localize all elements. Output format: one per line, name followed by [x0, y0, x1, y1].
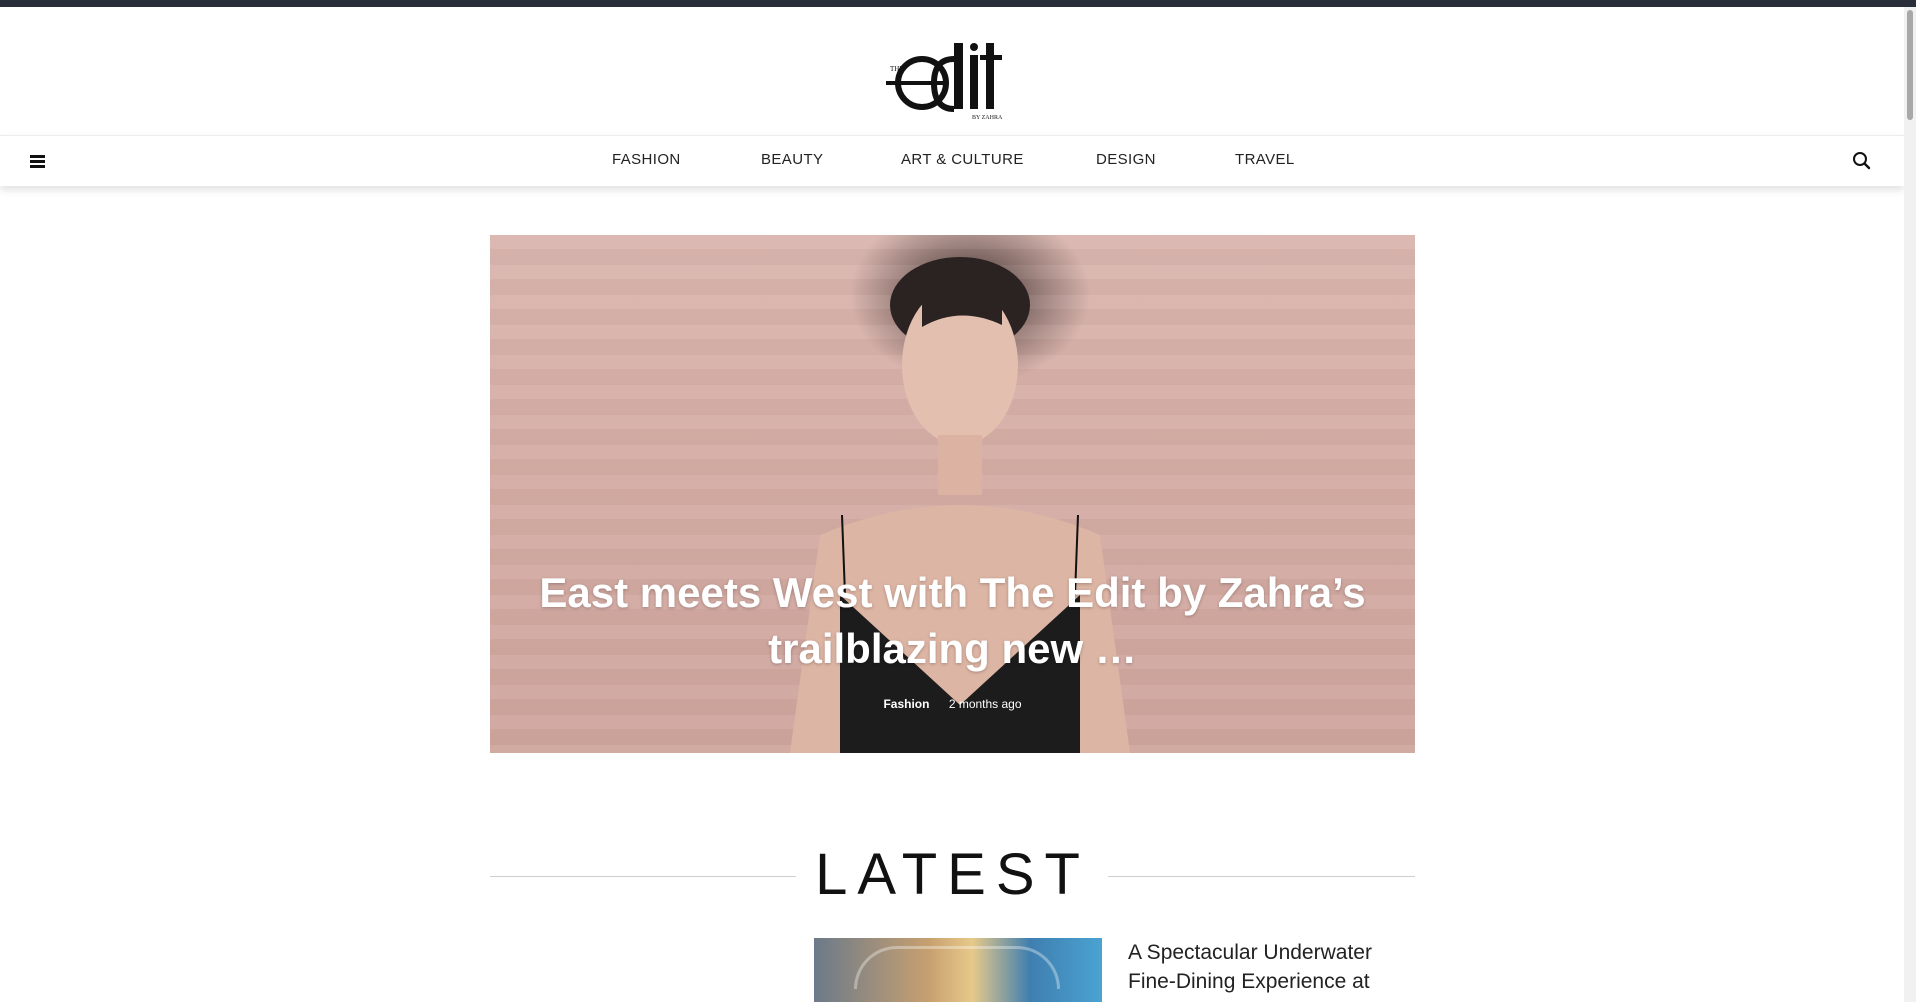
nav-item-travel[interactable]: TRAVEL [1235, 151, 1295, 168]
nav-item-fashion[interactable]: FASHION [612, 151, 681, 168]
article-title[interactable]: A Spectacular Underwater Fine-Dining Exp… [1128, 938, 1398, 996]
featured-article-card[interactable]: East meets West with The Edit by Zahra’s… [490, 235, 1415, 753]
page: THE BY ZAHRA FASHION BEAUTY ART & CULTUR… [0, 0, 1916, 1002]
featured-article-category[interactable]: Fashion [883, 697, 929, 711]
featured-article-title[interactable]: East meets West with The Edit by Zahra’s… [530, 565, 1375, 677]
search-button[interactable] [1850, 149, 1874, 173]
logo-small-bottom: BY ZAHRA [972, 115, 1003, 121]
nav-items: FASHION BEAUTY ART & CULTURE DESIGN TRAV… [0, 136, 1904, 186]
header: THE BY ZAHRA [0, 7, 1904, 135]
featured-article-date: 2 months ago [948, 697, 1022, 711]
main-navigation: FASHION BEAUTY ART & CULTURE DESIGN TRAV… [0, 135, 1904, 186]
scrollbar-thumb[interactable] [1907, 10, 1913, 120]
top-bar [0, 0, 1916, 7]
thumbnail-image [854, 946, 1060, 989]
nav-item-design[interactable]: DESIGN [1096, 151, 1156, 168]
article-thumbnail[interactable] [814, 938, 1102, 1002]
nav-item-beauty[interactable]: BEAUTY [761, 151, 823, 168]
latest-section-header: LATEST [490, 840, 1415, 920]
site-logo[interactable]: THE BY ZAHRA [886, 19, 1016, 121]
logo-mark: THE BY ZAHRA [886, 43, 1003, 121]
search-icon [1853, 152, 1871, 170]
nav-item-art-culture[interactable]: ART & CULTURE [901, 151, 1024, 168]
scrollbar-track[interactable] [1904, 7, 1916, 1002]
divider-right [1108, 876, 1415, 877]
featured-article-meta: Fashion 2 months ago [490, 697, 1415, 711]
latest-heading: LATEST [815, 842, 1090, 907]
